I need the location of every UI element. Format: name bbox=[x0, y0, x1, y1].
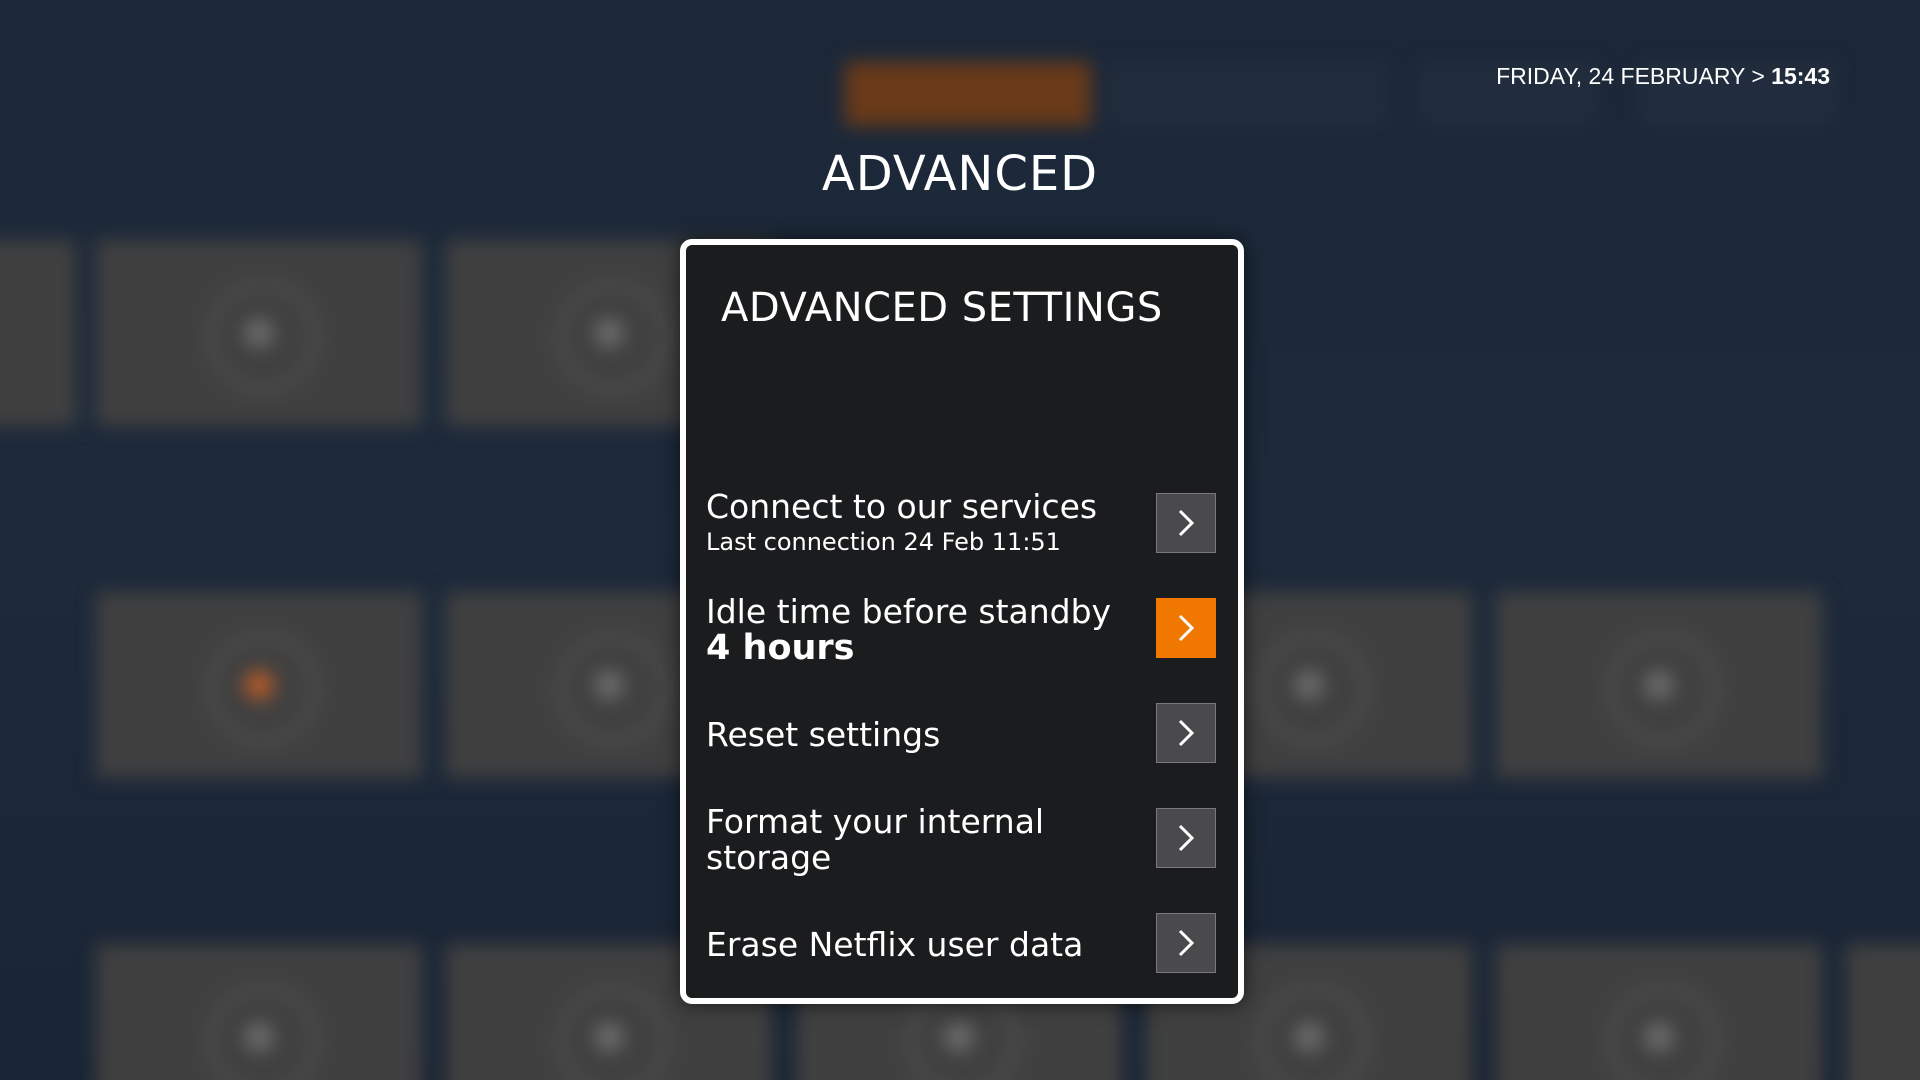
date-text: FRIDAY, 24 FEBRUARY bbox=[1496, 63, 1745, 89]
setting-text: Format your internal storage bbox=[706, 804, 1066, 876]
advanced-settings-dialog: ADVANCED SETTINGS Connect to our service… bbox=[680, 239, 1244, 1004]
setting-text: Reset settings bbox=[706, 717, 1126, 753]
setting-idle-standby[interactable]: Idle time before standby 4 hours bbox=[706, 594, 1216, 688]
time-text: 15:43 bbox=[1771, 63, 1830, 89]
format-storage-button[interactable] bbox=[1156, 808, 1216, 868]
setting-reset[interactable]: Reset settings bbox=[706, 703, 1216, 793]
setting-text: Erase Netflix user data bbox=[706, 927, 1126, 963]
setting-label: Idle time before standby bbox=[706, 592, 1112, 631]
setting-text: Connect to our services Last connection … bbox=[706, 489, 1126, 559]
chevron-right-icon bbox=[1178, 614, 1195, 642]
setting-value: 4 hours bbox=[706, 628, 855, 668]
bg-tile bbox=[96, 944, 422, 1080]
chevron-right-icon bbox=[1178, 929, 1195, 957]
setting-format-storage[interactable]: Format your internal storage bbox=[706, 804, 1216, 898]
setting-sublabel: Last connection 24 Feb 11:51 bbox=[706, 528, 1061, 556]
bg-tile bbox=[96, 592, 422, 778]
setting-erase-netflix[interactable]: Erase Netflix user data bbox=[706, 913, 1216, 1003]
bg-tab-active bbox=[845, 62, 1091, 126]
bg-tile bbox=[96, 240, 422, 426]
date-separator: > bbox=[1751, 63, 1765, 89]
reset-settings-button[interactable] bbox=[1156, 703, 1216, 763]
connect-services-button[interactable] bbox=[1156, 493, 1216, 553]
chevron-right-icon bbox=[1178, 509, 1195, 537]
setting-label: Connect to our services bbox=[706, 487, 1098, 526]
bg-tab bbox=[1110, 62, 1386, 126]
setting-text: Idle time before standby 4 hours bbox=[706, 592, 1126, 668]
idle-standby-button[interactable] bbox=[1156, 598, 1216, 658]
bg-tile bbox=[1496, 592, 1822, 778]
setting-label: Format your internal storage bbox=[706, 802, 1045, 877]
setting-label: Erase Netflix user data bbox=[706, 925, 1084, 964]
bg-tile bbox=[0, 240, 76, 426]
tv-settings-screen: FRIDAY, 24 FEBRUARY > 15:43 ADVANCED ADV… bbox=[0, 0, 1920, 1080]
chevron-right-icon bbox=[1178, 824, 1195, 852]
chevron-right-icon bbox=[1178, 719, 1195, 747]
bg-tile bbox=[1846, 944, 1920, 1080]
page-title: ADVANCED bbox=[821, 146, 1099, 202]
erase-netflix-button[interactable] bbox=[1156, 913, 1216, 973]
setting-label: Reset settings bbox=[706, 715, 941, 754]
dialog-title: ADVANCED SETTINGS bbox=[721, 285, 1163, 331]
bg-tile bbox=[1496, 944, 1822, 1080]
date-time: FRIDAY, 24 FEBRUARY > 15:43 bbox=[1496, 63, 1830, 90]
setting-connect-services[interactable]: Connect to our services Last connection … bbox=[706, 489, 1216, 583]
